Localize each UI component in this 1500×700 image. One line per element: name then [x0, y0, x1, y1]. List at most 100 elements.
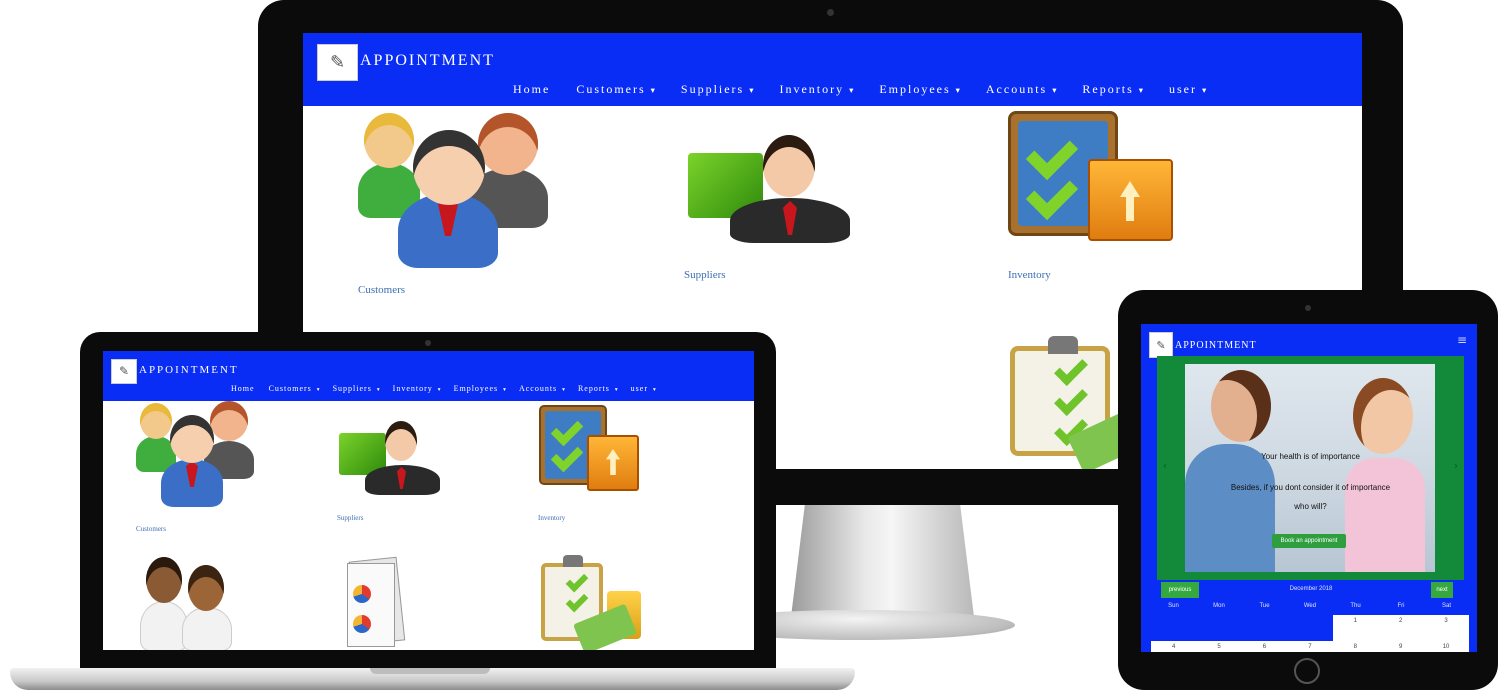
customers-tile[interactable]	[136, 401, 256, 511]
calendar-day[interactable]: 1	[1333, 615, 1378, 641]
inventory-tile[interactable]	[539, 405, 644, 495]
nav-suppliers[interactable]: Suppliers ▾	[681, 82, 756, 97]
calendar-day	[1151, 615, 1197, 641]
nav-home-label: Home	[513, 82, 551, 96]
laptop-camera	[425, 340, 431, 346]
nav-suppliers[interactable]: Suppliers ▾	[333, 384, 381, 393]
chevron-down-icon: ▾	[1201, 86, 1209, 95]
nav-inventory[interactable]: Inventory ▾	[393, 384, 442, 393]
chevron-down-icon: ▾	[562, 387, 566, 393]
calendar-day	[1287, 615, 1333, 641]
nav-suppliers-label: Suppliers	[680, 82, 745, 96]
nav-customers[interactable]: Customers ▾	[269, 384, 321, 393]
nav-accounts[interactable]: Accounts ▾	[986, 82, 1059, 97]
brand-title[interactable]: APPOINTMENT	[139, 364, 239, 376]
chevron-down-icon: ▾	[316, 387, 321, 393]
weekday-label: Mon	[1213, 603, 1225, 609]
inventory-tile[interactable]	[1008, 111, 1178, 246]
customers-tile-label[interactable]: Customers	[358, 284, 405, 296]
suppliers-tile-label[interactable]: Suppliers	[337, 514, 363, 522]
nav-employees[interactable]: Employees ▾	[879, 82, 962, 97]
brand-title[interactable]: APPOINTMENT	[360, 52, 495, 70]
calendar-day[interactable]: 3	[1423, 615, 1468, 641]
calendar-day[interactable]: 10	[1423, 641, 1468, 652]
calendar-day[interactable]: 2	[1378, 615, 1423, 641]
main-nav: Home Customers ▾ Suppliers ▾ Inventory ▾ Em…	[231, 384, 657, 393]
app-header: ✎ APPOINTMENT Home Customers ▾ Suppliers ▾…	[303, 33, 1362, 106]
chevron-down-icon: ▾	[1138, 86, 1145, 95]
nav-reports-label: Reports	[1082, 82, 1134, 96]
accounts-tile[interactable]	[539, 551, 649, 650]
nav-employees[interactable]: Employees ▾	[454, 384, 507, 393]
calendar-day	[1241, 615, 1288, 641]
hamburger-menu-icon[interactable]: ≡	[1457, 333, 1467, 347]
monitor-stand-neck	[790, 505, 975, 625]
report-document-icon	[347, 563, 395, 647]
child-figure	[1353, 378, 1413, 454]
book-appointment-button[interactable]: Book an appointment	[1272, 534, 1346, 548]
nav-inventory-label: Inventory	[779, 82, 845, 96]
nav-accounts-label: Accounts	[985, 82, 1048, 96]
nav-reports[interactable]: Reports ▾	[578, 384, 619, 393]
chevron-down-icon: ▾	[955, 86, 962, 95]
calendar-day[interactable]: 7	[1287, 641, 1332, 652]
supplier-person-icon	[385, 421, 417, 461]
carousel-next-icon[interactable]: ›	[1454, 461, 1458, 472]
brand-title[interactable]: APPOINTMENT	[1175, 340, 1257, 351]
tablet-camera	[1305, 305, 1311, 311]
chevron-down-icon: ▾	[849, 86, 856, 95]
nav-home[interactable]: Home	[513, 82, 550, 97]
nav-employees-label: Employees	[879, 82, 951, 96]
chevron-down-icon: ▾	[653, 387, 657, 393]
calendar-previous-button[interactable]: previous	[1161, 582, 1199, 598]
nav-user[interactable]: user ▾	[631, 384, 657, 393]
carousel-prev-icon[interactable]: ‹	[1163, 461, 1167, 472]
calendar-week-row: 4 5 6 7 8 9 10	[1151, 641, 1469, 652]
calendar-day[interactable]: 6	[1242, 641, 1287, 652]
reports-tile[interactable]	[339, 555, 419, 650]
hero-question: who will?	[1294, 502, 1327, 511]
calendar-day[interactable]: 9	[1378, 641, 1423, 652]
tablet-home-button[interactable]	[1294, 658, 1320, 684]
nav-customers[interactable]: Customers ▾	[576, 82, 657, 97]
calendar-next-button[interactable]: next	[1431, 582, 1453, 598]
calendar-week-row: 1 2 3	[1151, 615, 1469, 641]
weekday-label: Tue	[1259, 603, 1270, 609]
nav-accounts-label: Accounts	[518, 384, 558, 393]
calendar-month-label: December 2018	[1289, 586, 1333, 592]
nav-inventory[interactable]: Inventory ▾	[779, 82, 855, 97]
nav-reports-label: Reports	[577, 384, 610, 393]
calendar-day[interactable]: 5	[1196, 641, 1241, 652]
chevron-down-icon: ▾	[437, 387, 442, 393]
appointment-notepad-icon[interactable]: ✎	[1149, 332, 1173, 358]
suppliers-tile[interactable]	[688, 133, 858, 253]
customers-tile[interactable]	[353, 103, 553, 268]
nav-user[interactable]: user ▾	[1169, 82, 1208, 97]
nav-employees-label: Employees	[453, 384, 499, 393]
inventory-tile-label[interactable]: Inventory	[538, 514, 565, 522]
calendar-day[interactable]: 4	[1151, 641, 1196, 652]
hero-heading: Your health is of importance	[1261, 452, 1360, 461]
appointment-notepad-icon[interactable]: ✎	[111, 359, 137, 384]
doctor-figure	[1211, 370, 1271, 442]
monitor-camera	[827, 9, 834, 16]
customers-tile-label[interactable]: Customers	[136, 525, 166, 533]
calendar-day[interactable]: 8	[1333, 641, 1378, 652]
nav-accounts[interactable]: Accounts ▾	[519, 384, 566, 393]
supplier-person-icon	[763, 135, 815, 197]
nav-user-label: user	[630, 384, 648, 393]
hero-carousel: Your health is of importance Besides, if…	[1157, 356, 1464, 580]
appointment-notepad-icon[interactable]: ✎	[317, 44, 358, 81]
weekday-label: Thu	[1350, 603, 1361, 609]
employees-tile[interactable]	[136, 551, 241, 650]
chevron-down-icon: ▾	[1052, 86, 1059, 95]
device-mockup-stage: ✎ APPOINTMENT Home Customers ▾ Suppliers ▾…	[0, 0, 1500, 700]
calendar-weekday-row: Sun Mon Tue Wed Thu Fri Sat	[1151, 603, 1469, 609]
nav-home[interactable]: Home	[231, 384, 255, 393]
inventory-tile-label[interactable]: Inventory	[1008, 269, 1051, 281]
suppliers-tile-label[interactable]: Suppliers	[684, 269, 726, 281]
app-header: ✎ APPOINTMENT Home Customers ▾ Suppliers ▾…	[103, 351, 754, 401]
suppliers-tile[interactable]	[339, 421, 444, 496]
nav-reports[interactable]: Reports ▾	[1082, 82, 1145, 97]
laptop-notch	[370, 668, 490, 674]
